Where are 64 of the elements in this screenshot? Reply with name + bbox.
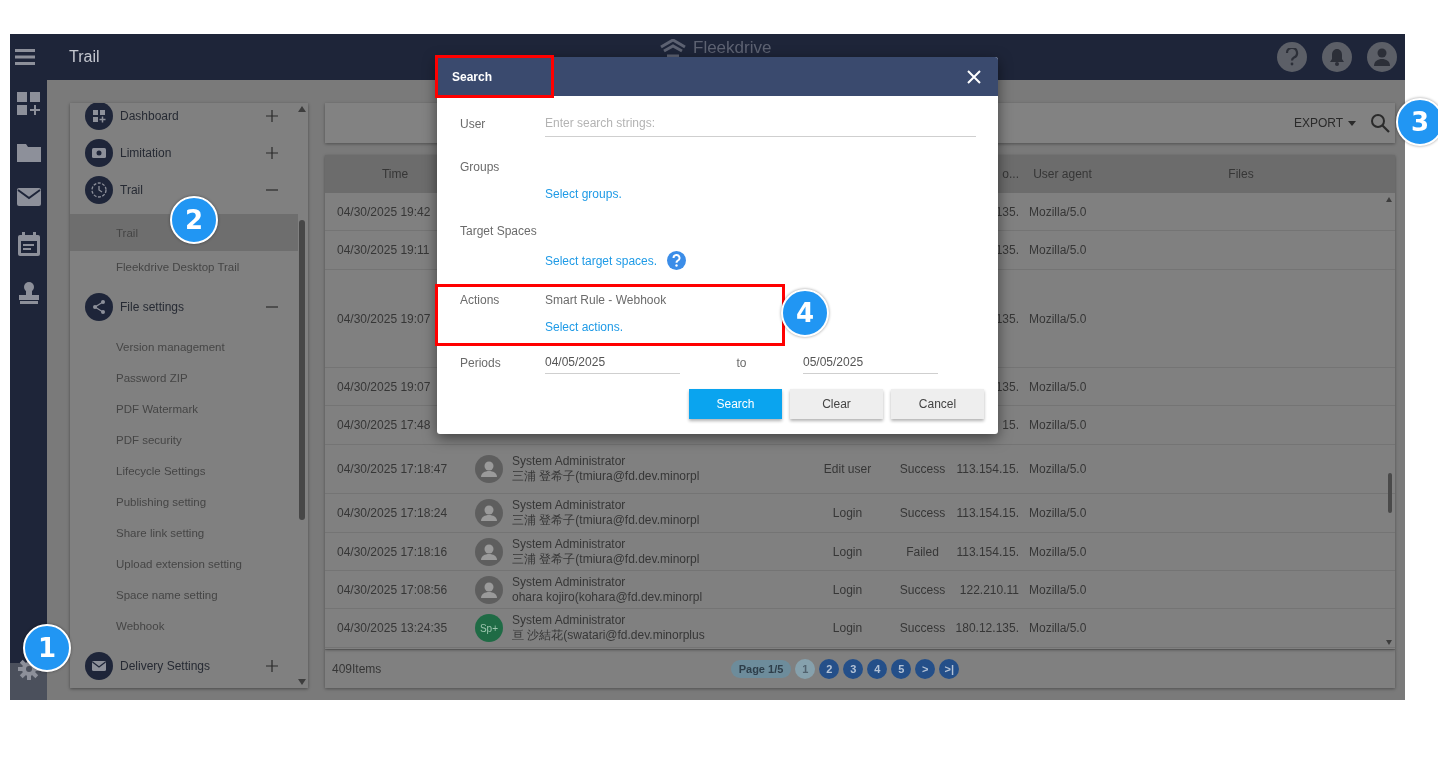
avatar: Sp+	[475, 614, 503, 642]
table-cell-text: Edit user	[822, 462, 873, 476]
table-cell-text: 04/30/2025 17:08:56	[336, 582, 449, 597]
logo-text: Fleekdrive	[693, 38, 772, 58]
table-cell-text: Mozilla/5.0	[1028, 544, 1088, 559]
table-cell-text: 135.	[994, 311, 1020, 326]
table-cell-text: 04/30/2025 17:18:24	[336, 506, 449, 520]
table-cell-text: Mozilla/5.0	[1028, 506, 1088, 520]
table-cell-text: 113.154.15.	[955, 462, 1020, 476]
table-cell-text: 04/30/2025 19:07	[336, 311, 432, 326]
table-cell-text: 04/30/2025 13:24:35	[336, 621, 449, 635]
table-cell-text: Mozilla/5.0	[1028, 243, 1088, 257]
table-cell-text: Login	[831, 544, 864, 559]
dialog-title: Search	[437, 57, 552, 96]
table-cell-text: Login	[831, 621, 864, 635]
field-label: Groups	[460, 160, 501, 174]
table-cell-text: Success	[898, 582, 947, 597]
table-cell-text: Mozilla/5.0	[1028, 204, 1088, 219]
table-cell-text: 04/30/2025 19:11	[336, 243, 431, 257]
step-callout-tooltip: 3	[1396, 98, 1438, 146]
table-cell-text: 135.	[994, 243, 1020, 257]
table-cell-text: Mozilla/5.0	[1028, 621, 1088, 635]
user-role: System Administrator	[512, 536, 627, 552]
table-cell-text: Login	[831, 506, 864, 520]
user-name: 亘 沙結花(swatari@fd.dev.minorplus	[512, 628, 705, 643]
range-separator: to	[735, 355, 748, 370]
page-title: Trail	[69, 48, 100, 66]
table-cell-text: Mozilla/5.0	[1028, 418, 1088, 432]
table-cell-text: Mozilla/5.0	[1028, 462, 1088, 476]
table-cell-text: Mozilla/5.0	[1028, 379, 1088, 394]
table-cell-text: Success	[898, 462, 947, 476]
table-cell-text: Success	[898, 506, 947, 520]
user-role: System Administrator	[512, 574, 627, 590]
field-label: Actions	[460, 293, 501, 307]
table-cell-text: 122.210.11	[958, 582, 1020, 597]
table-cell-text: 04/30/2025 17:18:16	[336, 544, 449, 559]
page-indicator: Page 1/5	[730, 660, 792, 678]
user-name: 三浦 登希子(tmiura@fd.dev.minorpl	[512, 551, 700, 567]
field-label: Periods	[460, 355, 502, 370]
table-cell-text: 04/30/2025 17:18:47	[336, 462, 449, 476]
user-role: System Administrator	[512, 454, 627, 469]
table-cell-text: 113.154.15.	[955, 506, 1020, 520]
table-cell-text: Mozilla/5.0	[1028, 582, 1088, 597]
table-cell-text: 113.154.15.	[955, 544, 1020, 559]
user-name: 三浦 登希子(tmiura@fd.dev.minorpl	[512, 469, 700, 484]
table-cell-text: Success	[898, 621, 947, 635]
user-name: 三浦 登希子(tmiura@fd.dev.minorpl	[512, 513, 700, 528]
table-cell-text: 15.	[1001, 418, 1020, 432]
item-count: 409Items	[331, 662, 383, 676]
table-cell-text: 135.	[994, 379, 1020, 394]
user-role: System Administrator	[512, 498, 627, 513]
field-value: Smart Rule - Webhook	[545, 293, 668, 307]
table-cell-text: Login	[831, 582, 864, 597]
table-cell-text: Mozilla/5.0	[1028, 311, 1088, 326]
table-cell-text: Failed	[905, 544, 940, 559]
table-cell-text: 04/30/2025 19:42	[336, 204, 432, 219]
table-cell-text: 180.12.135.	[954, 621, 1020, 635]
user-role: System Administrator	[512, 613, 627, 628]
table-cell-text: 135.	[994, 204, 1020, 219]
table-cell-text: 04/30/2025 19:07	[336, 379, 432, 394]
field-label: User	[460, 116, 487, 131]
field-label: Target Spaces	[460, 224, 538, 238]
table-cell-text: 04/30/2025 17:48	[336, 418, 432, 432]
user-name: ohara kojiro(kohara@fd.dev.minorpl	[512, 589, 703, 605]
